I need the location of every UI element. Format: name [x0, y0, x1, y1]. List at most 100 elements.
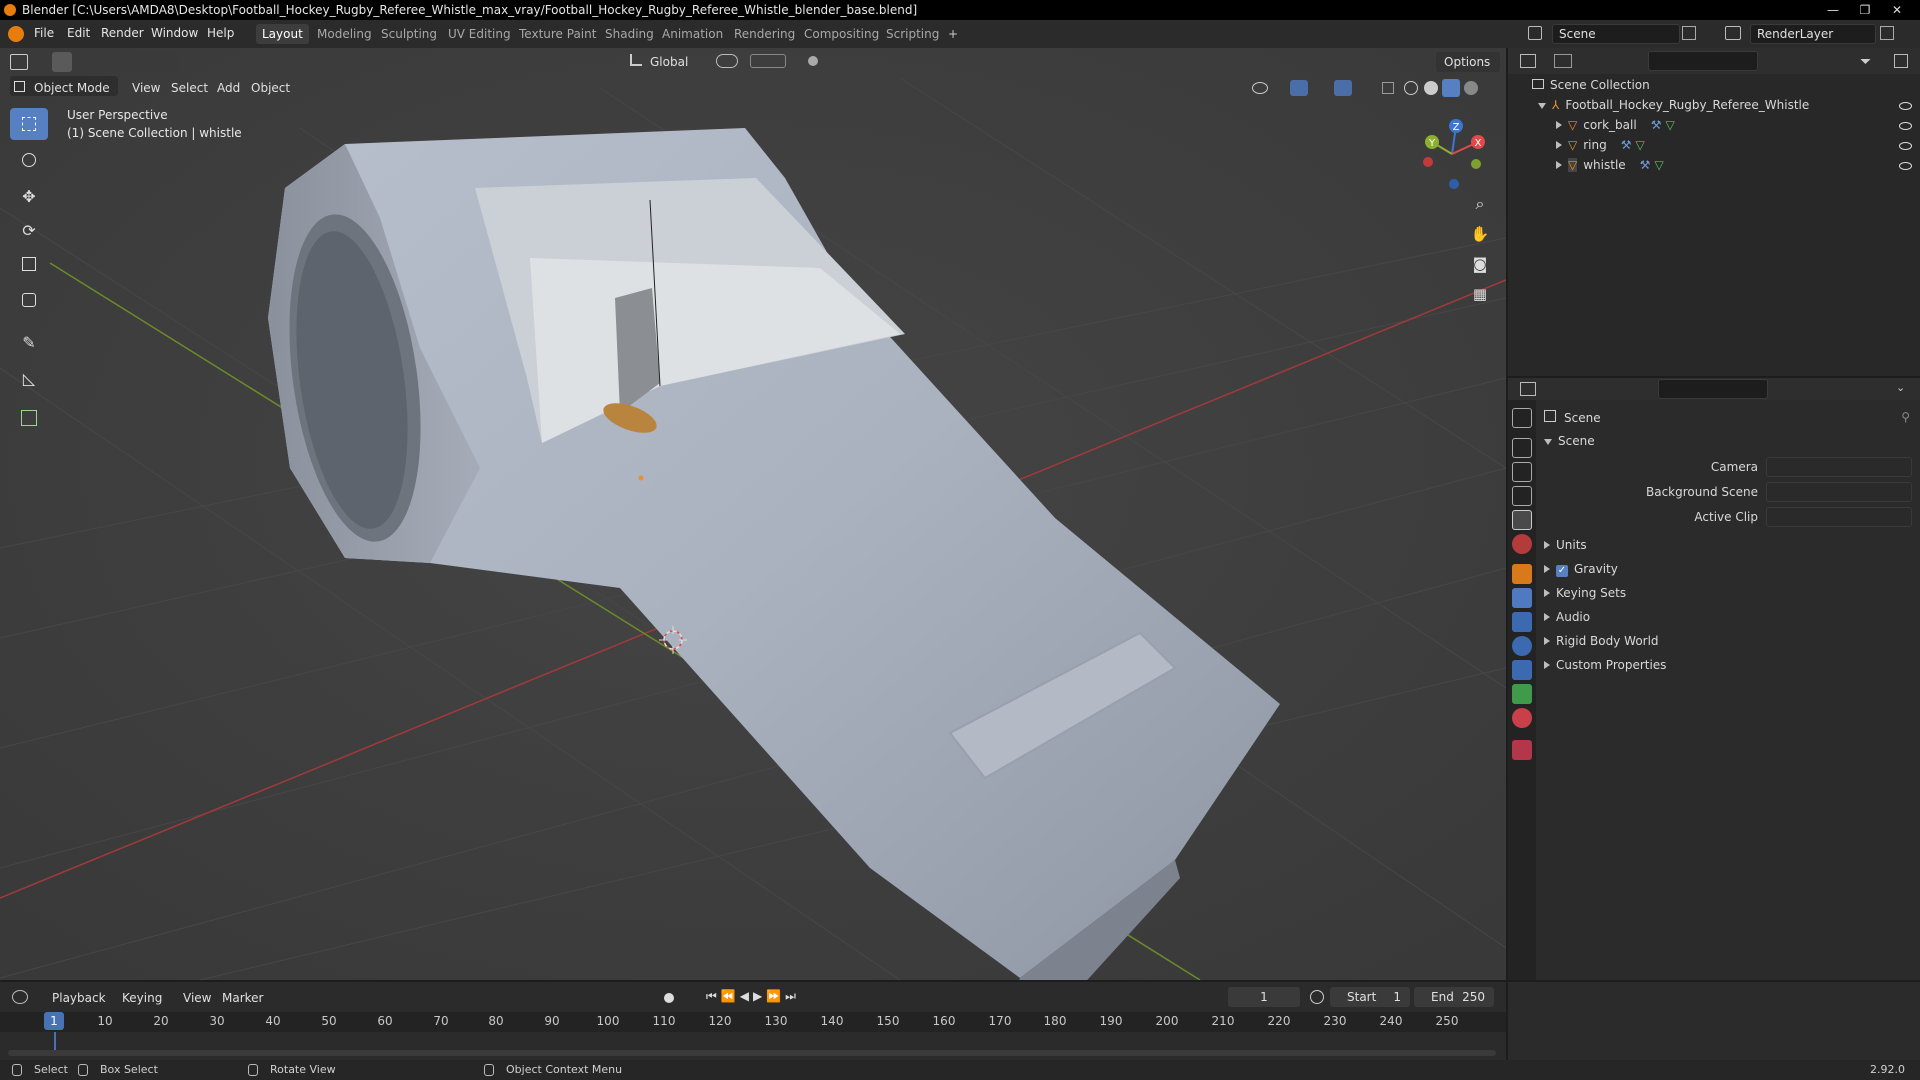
3d-viewport[interactable]: Object Mode View Select Add Object Globa…	[0, 48, 1506, 980]
display-mode-icon[interactable]	[1554, 54, 1572, 68]
tab-layout[interactable]: Layout	[256, 24, 309, 44]
active-clip-field[interactable]	[1766, 507, 1912, 527]
menu-window[interactable]: Window	[151, 26, 198, 40]
object-tab-icon[interactable]	[1512, 564, 1532, 584]
menu-view[interactable]: View	[132, 78, 160, 98]
minimize-button[interactable]: —	[1818, 0, 1848, 20]
outliner-item-ring[interactable]: ▽ ring ⚒ ▽	[1556, 138, 1645, 152]
tool-measure[interactable]: ◺	[10, 362, 48, 394]
view-layer-icon[interactable]	[1725, 26, 1741, 40]
filter-icon[interactable]: ⏷	[1860, 54, 1871, 70]
menu-playback[interactable]: Playback	[52, 988, 106, 1008]
pivot-point-icon[interactable]	[716, 54, 738, 68]
particles-tab-icon[interactable]	[1512, 612, 1532, 632]
overlays-toggle-icon[interactable]	[1334, 80, 1352, 96]
menu-timeline-view[interactable]: View	[183, 988, 211, 1008]
timeline-ruler[interactable]: 1 10 20 30 40 50 60 70 80 90 100 110 120…	[0, 1012, 1506, 1032]
preview-range-icon[interactable]	[1310, 990, 1324, 1004]
expand-icon[interactable]	[1556, 141, 1562, 149]
expand-icon[interactable]	[1556, 161, 1562, 169]
transform-orientation-dropdown[interactable]: Global	[650, 52, 688, 72]
xray-icon[interactable]	[1382, 82, 1394, 94]
outliner-item-whistle[interactable]: ▽ whistle ⚒ ▽	[1556, 158, 1664, 172]
maximize-button[interactable]: ❐	[1850, 0, 1880, 20]
outliner-collection[interactable]: ⅄ Football_Hockey_Rugby_Referee_Whistle	[1538, 98, 1809, 112]
modifier-tab-icon[interactable]	[1512, 588, 1532, 608]
material-tab-icon[interactable]	[1512, 708, 1532, 728]
world-tab-icon[interactable]	[1512, 534, 1532, 554]
expand-icon[interactable]	[1538, 103, 1546, 109]
menu-render[interactable]: Render	[101, 26, 144, 40]
gizmo-toggle-icon[interactable]	[1290, 80, 1308, 96]
scene-tab-icon[interactable]	[1512, 510, 1532, 530]
menu-help[interactable]: Help	[207, 26, 234, 40]
ortho-toggle-button[interactable]: ▦	[1466, 280, 1494, 308]
material-shading-icon[interactable]	[1442, 79, 1460, 97]
outliner-search-input[interactable]	[1648, 51, 1758, 71]
chevron-down-icon[interactable]: ⌄	[1896, 381, 1905, 394]
camera-field[interactable]	[1766, 457, 1912, 477]
menu-object[interactable]: Object	[251, 78, 290, 98]
visibility-eye-icon[interactable]	[1899, 102, 1912, 110]
texture-tab-icon[interactable]	[1512, 740, 1532, 760]
add-workspace-button[interactable]: +	[942, 24, 964, 44]
close-button[interactable]: ✕	[1882, 0, 1912, 20]
scene-selector[interactable]: Scene	[1552, 24, 1680, 44]
new-collection-icon[interactable]	[1894, 54, 1908, 68]
snap-icon[interactable]	[750, 54, 786, 68]
playback-controls[interactable]: ⏮⏪◀▶⏩⏭	[706, 989, 800, 1004]
tab-sculpting[interactable]: Sculpting	[375, 24, 443, 44]
options-dropdown[interactable]: Options	[1444, 52, 1490, 72]
tool-select-box[interactable]	[10, 108, 48, 140]
menu-marker[interactable]: Marker	[222, 988, 263, 1008]
select-tool-icon[interactable]	[52, 52, 72, 72]
expand-icon[interactable]	[1556, 121, 1562, 129]
visibility-icon[interactable]	[1252, 82, 1268, 94]
tool-transform[interactable]	[10, 284, 48, 316]
rendered-shading-icon[interactable]	[1464, 81, 1478, 95]
menu-keying[interactable]: Keying	[122, 988, 162, 1008]
properties-search-input[interactable]	[1658, 379, 1768, 399]
outliner-type-icon[interactable]	[1520, 54, 1536, 68]
outliner-root[interactable]: Scene Collection	[1532, 78, 1650, 92]
menu-select[interactable]: Select	[171, 78, 208, 98]
constraints-tab-icon[interactable]	[1512, 660, 1532, 680]
pan-view-button[interactable]: ✋	[1466, 220, 1494, 248]
properties-type-icon[interactable]	[1520, 382, 1536, 396]
visibility-eye-icon[interactable]	[1899, 142, 1912, 150]
tab-modeling[interactable]: Modeling	[311, 24, 378, 44]
tab-animation[interactable]: Animation	[656, 24, 729, 44]
tool-add-cube[interactable]	[10, 402, 48, 434]
render-layer-selector[interactable]: RenderLayer	[1750, 24, 1876, 44]
visibility-eye-icon[interactable]	[1899, 122, 1912, 130]
scene-icon[interactable]	[1528, 26, 1542, 40]
navigation-gizmo[interactable]: Z X Y	[1410, 112, 1490, 192]
zoom-view-button[interactable]: ⌕	[1466, 190, 1494, 218]
audio-panel-header[interactable]: Audio	[1544, 610, 1590, 624]
background-scene-field[interactable]	[1766, 482, 1912, 502]
tab-compositing[interactable]: Compositing	[798, 24, 885, 44]
custom-properties-panel-header[interactable]: Custom Properties	[1544, 658, 1666, 672]
pin-icon[interactable]: ⚲	[1901, 410, 1910, 424]
new-scene-icon[interactable]	[1682, 26, 1696, 40]
blender-menu-icon[interactable]	[8, 26, 24, 42]
tool-annotate[interactable]: ✎	[10, 326, 48, 358]
selection-mode-buttons[interactable]	[88, 52, 178, 72]
tool-move[interactable]: ✥	[10, 180, 48, 212]
gravity-checkbox[interactable]: ✓	[1556, 565, 1568, 577]
solid-shading-icon[interactable]	[1424, 81, 1438, 95]
keying-sets-panel-header[interactable]: Keying Sets	[1544, 586, 1626, 600]
tool-scale[interactable]	[10, 248, 48, 280]
wireframe-shading-icon[interactable]	[1404, 81, 1418, 95]
scene-panel-header[interactable]: Scene	[1544, 434, 1595, 448]
rigid-body-world-panel-header[interactable]: Rigid Body World	[1544, 634, 1659, 648]
proportional-edit-icon[interactable]	[808, 56, 818, 66]
view-layer-tab-icon[interactable]	[1512, 486, 1532, 506]
tool-tab-icon[interactable]	[1512, 408, 1532, 428]
editor-type-icon[interactable]	[10, 54, 28, 70]
tab-shading[interactable]: Shading	[599, 24, 660, 44]
menu-file[interactable]: File	[34, 26, 54, 40]
output-tab-icon[interactable]	[1512, 462, 1532, 482]
new-layer-icon[interactable]	[1880, 26, 1894, 40]
tab-uv-editing[interactable]: UV Editing	[442, 24, 517, 44]
